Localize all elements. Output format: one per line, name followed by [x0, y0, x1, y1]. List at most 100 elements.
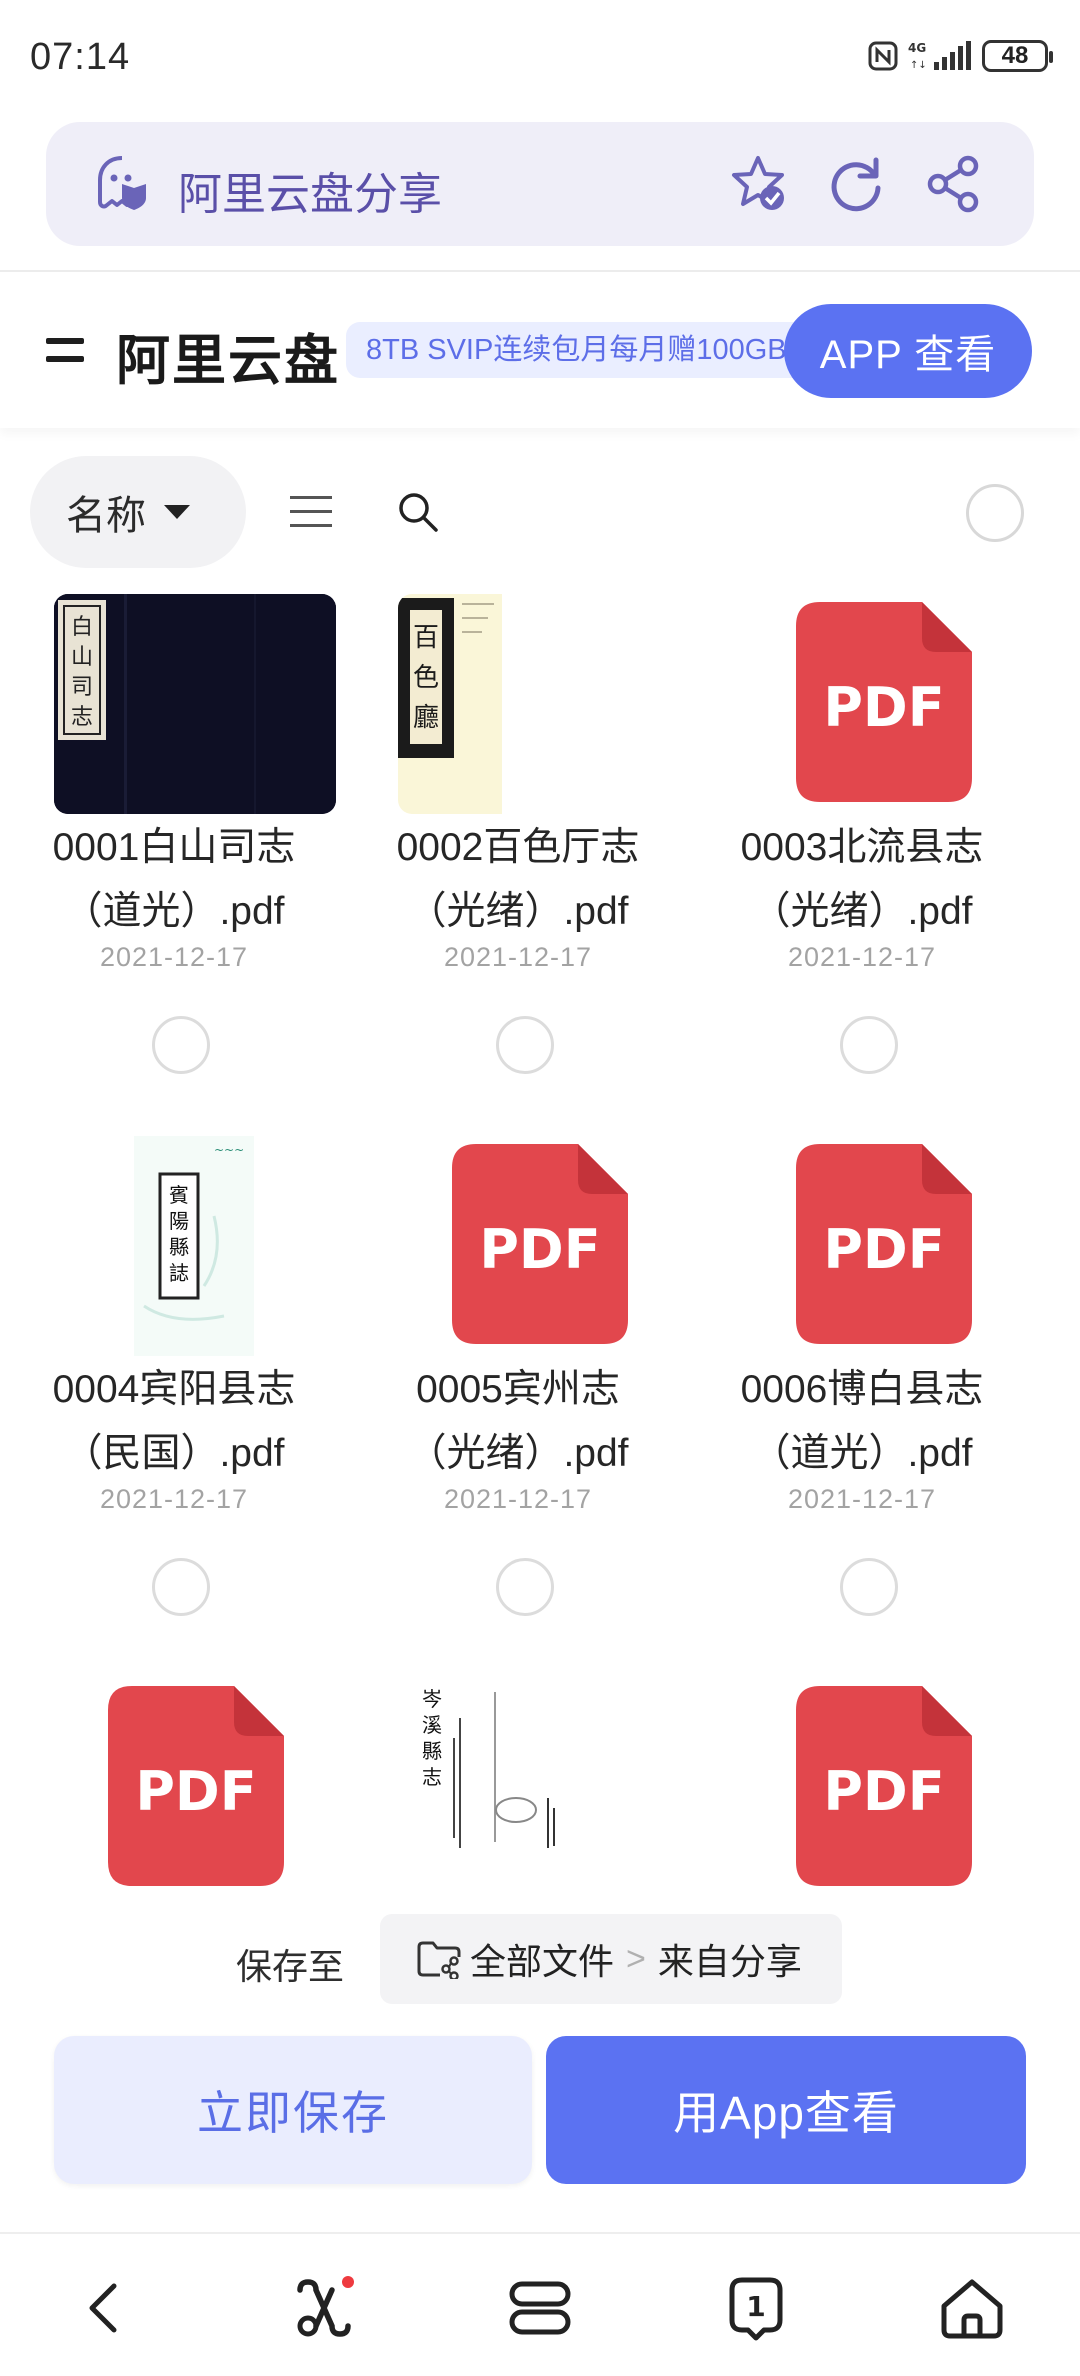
- scan-thumbnail-image: 百 色 廳: [398, 594, 680, 814]
- svg-text:岑: 岑: [422, 1687, 442, 1711]
- file-checkbox[interactable]: [152, 1558, 210, 1616]
- path-leaf: 来自分享: [657, 1941, 802, 1982]
- file-checkbox[interactable]: [840, 1016, 898, 1074]
- file-thumbnail: 百 色 廳: [398, 594, 680, 814]
- file-name: 0006博白县志 （道光）.pdf: [740, 1368, 984, 1475]
- tabs-overview-icon[interactable]: [502, 2270, 578, 2346]
- nfc-icon: [868, 41, 898, 71]
- network-label: 4G: [908, 41, 926, 55]
- back-icon[interactable]: [68, 2270, 144, 2346]
- file-name: 0001白山司志 （道光）.pdf: [52, 826, 296, 933]
- pdf-file-icon: PDF: [452, 1144, 628, 1344]
- pdf-label: PDF: [479, 1218, 600, 1281]
- browser-bottom-nav: 1: [0, 2232, 1080, 2376]
- promo-badge[interactable]: 8TB SVIP连续包月每月赠100GB: [346, 322, 806, 378]
- save-now-button[interactable]: 立即保存: [54, 2036, 532, 2184]
- page-title: 阿里云盘分享: [178, 170, 442, 219]
- file-thumbnail: 賓 陽 縣 誌 ~~~: [54, 1136, 336, 1356]
- svg-text:志: 志: [71, 705, 93, 730]
- file-card[interactable]: 百 色 廳 0002百色厅志 （光绪）.pdf 2021-12-17: [358, 594, 680, 1134]
- svg-text:縣: 縣: [422, 1739, 442, 1763]
- svg-text:陽: 陽: [169, 1209, 189, 1233]
- file-date: 2021-12-17: [787, 942, 937, 972]
- signal-icon: 4G ↑↓: [908, 41, 971, 71]
- file-date: 2021-12-17: [443, 942, 593, 972]
- app-view-button[interactable]: APP 查看: [784, 304, 1032, 398]
- file-card[interactable]: 賓 陽 縣 誌 ~~~ 0004宾阳县志 （民国）.pdf 2021-12-17: [14, 1136, 336, 1676]
- shared-folder-icon: [417, 1941, 461, 1979]
- sort-label: 名称: [66, 494, 146, 538]
- file-checkbox[interactable]: [496, 1558, 554, 1616]
- file-card[interactable]: 岑 溪 縣 志: [358, 1678, 680, 1898]
- file-thumbnail: 白 山 司 志: [54, 594, 336, 814]
- app-header: 阿里云盘 8TB SVIP连续包月每月赠100GB APP 查看: [0, 272, 1080, 428]
- path-separator: >: [626, 1939, 646, 1978]
- save-to-label: 保存至: [236, 1946, 345, 1987]
- pdf-label: PDF: [823, 1760, 944, 1823]
- svg-text:~~~: ~~~: [214, 1143, 244, 1157]
- file-name: 0002百色厅志 （光绪）.pdf: [396, 826, 640, 933]
- file-date: 2021-12-17: [787, 1484, 937, 1514]
- menu-icon[interactable]: [46, 338, 86, 366]
- file-card[interactable]: PDF: [14, 1678, 334, 1898]
- pdf-file-icon: PDF: [796, 602, 972, 802]
- file-card[interactable]: PDF 0005宾州志 （光绪）.pdf 2021-12-17: [358, 1136, 678, 1676]
- file-card[interactable]: PDF 0003北流县志 （光绪）.pdf 2021-12-17: [702, 594, 1022, 1134]
- share-icon[interactable]: [922, 152, 986, 216]
- list-view-icon[interactable]: [290, 496, 334, 528]
- battery-indicator: 48: [982, 40, 1053, 72]
- file-card[interactable]: PDF 0006博白县志 （道光）.pdf 2021-12-17: [702, 1136, 1022, 1676]
- file-card[interactable]: 白 山 司 志 0001白山司志 （道光）.pdf 2021-12-17: [14, 594, 336, 1134]
- file-thumbnail: 岑 溪 縣 志: [398, 1678, 680, 1898]
- browser-address-bar[interactable]: 阿里云盘分享: [46, 122, 1034, 246]
- svg-text:溪: 溪: [422, 1713, 442, 1737]
- svg-text:志: 志: [422, 1765, 442, 1789]
- pdf-file-icon: PDF: [796, 1144, 972, 1344]
- pdf-file-icon: PDF: [108, 1686, 284, 1886]
- scan-thumbnail-image: 岑 溪 縣 志: [398, 1678, 680, 1898]
- pdf-file-icon: PDF: [796, 1686, 972, 1886]
- save-path-selector[interactable]: 全部文件 > 来自分享: [380, 1914, 842, 2004]
- scan-thumbnail-image: 白 山 司 志: [54, 594, 336, 814]
- svg-text:山: 山: [71, 645, 93, 670]
- file-card[interactable]: PDF: [702, 1678, 1022, 1898]
- svg-text:色: 色: [413, 663, 439, 693]
- status-bar: 07:14 4G ↑↓ 48: [0, 0, 1080, 118]
- file-checkbox[interactable]: [840, 1558, 898, 1616]
- path-root: 全部文件: [470, 1941, 615, 1982]
- file-checkbox[interactable]: [152, 1016, 210, 1074]
- file-name: 0004宾阳县志 （民国）.pdf: [52, 1368, 296, 1475]
- file-date: 2021-12-17: [99, 942, 249, 972]
- tab-count: 1: [746, 2290, 765, 2323]
- file-name: 0003北流县志 （光绪）.pdf: [740, 826, 984, 933]
- refresh-icon[interactable]: [824, 152, 888, 216]
- svg-text:誌: 誌: [169, 1261, 189, 1285]
- tab-count-icon[interactable]: 1: [718, 2270, 794, 2346]
- scan-thumbnail-image: 賓 陽 縣 誌 ~~~: [54, 1136, 336, 1356]
- pdf-label: PDF: [135, 1760, 256, 1823]
- caret-down-icon: [164, 505, 190, 519]
- svg-text:百: 百: [413, 623, 439, 653]
- pdf-label: PDF: [823, 1218, 944, 1281]
- status-icons: 4G ↑↓ 48: [868, 40, 1053, 72]
- app-title: 阿里云盘: [116, 331, 340, 391]
- open-in-app-button[interactable]: 用App查看: [546, 2036, 1026, 2184]
- svg-text:廳: 廳: [413, 703, 439, 733]
- svg-text:白: 白: [71, 615, 93, 640]
- file-date: 2021-12-17: [99, 1484, 249, 1514]
- apps-icon[interactable]: [286, 2270, 362, 2346]
- file-date: 2021-12-17: [443, 1484, 593, 1514]
- svg-text:縣: 縣: [169, 1235, 189, 1259]
- select-all-checkbox[interactable]: [966, 484, 1024, 542]
- search-icon[interactable]: [396, 490, 442, 536]
- svg-text:↑↓: ↑↓: [910, 60, 927, 71]
- sort-dropdown[interactable]: 名称: [30, 456, 246, 568]
- pdf-label: PDF: [823, 676, 944, 739]
- file-checkbox[interactable]: [496, 1016, 554, 1074]
- shield-icon: [98, 156, 146, 210]
- star-check-icon[interactable]: [726, 152, 790, 216]
- file-name: 0005宾州志 （光绪）.pdf: [407, 1368, 629, 1475]
- svg-text:司: 司: [71, 675, 93, 700]
- home-icon[interactable]: [934, 2270, 1010, 2346]
- status-time: 07:14: [30, 36, 131, 78]
